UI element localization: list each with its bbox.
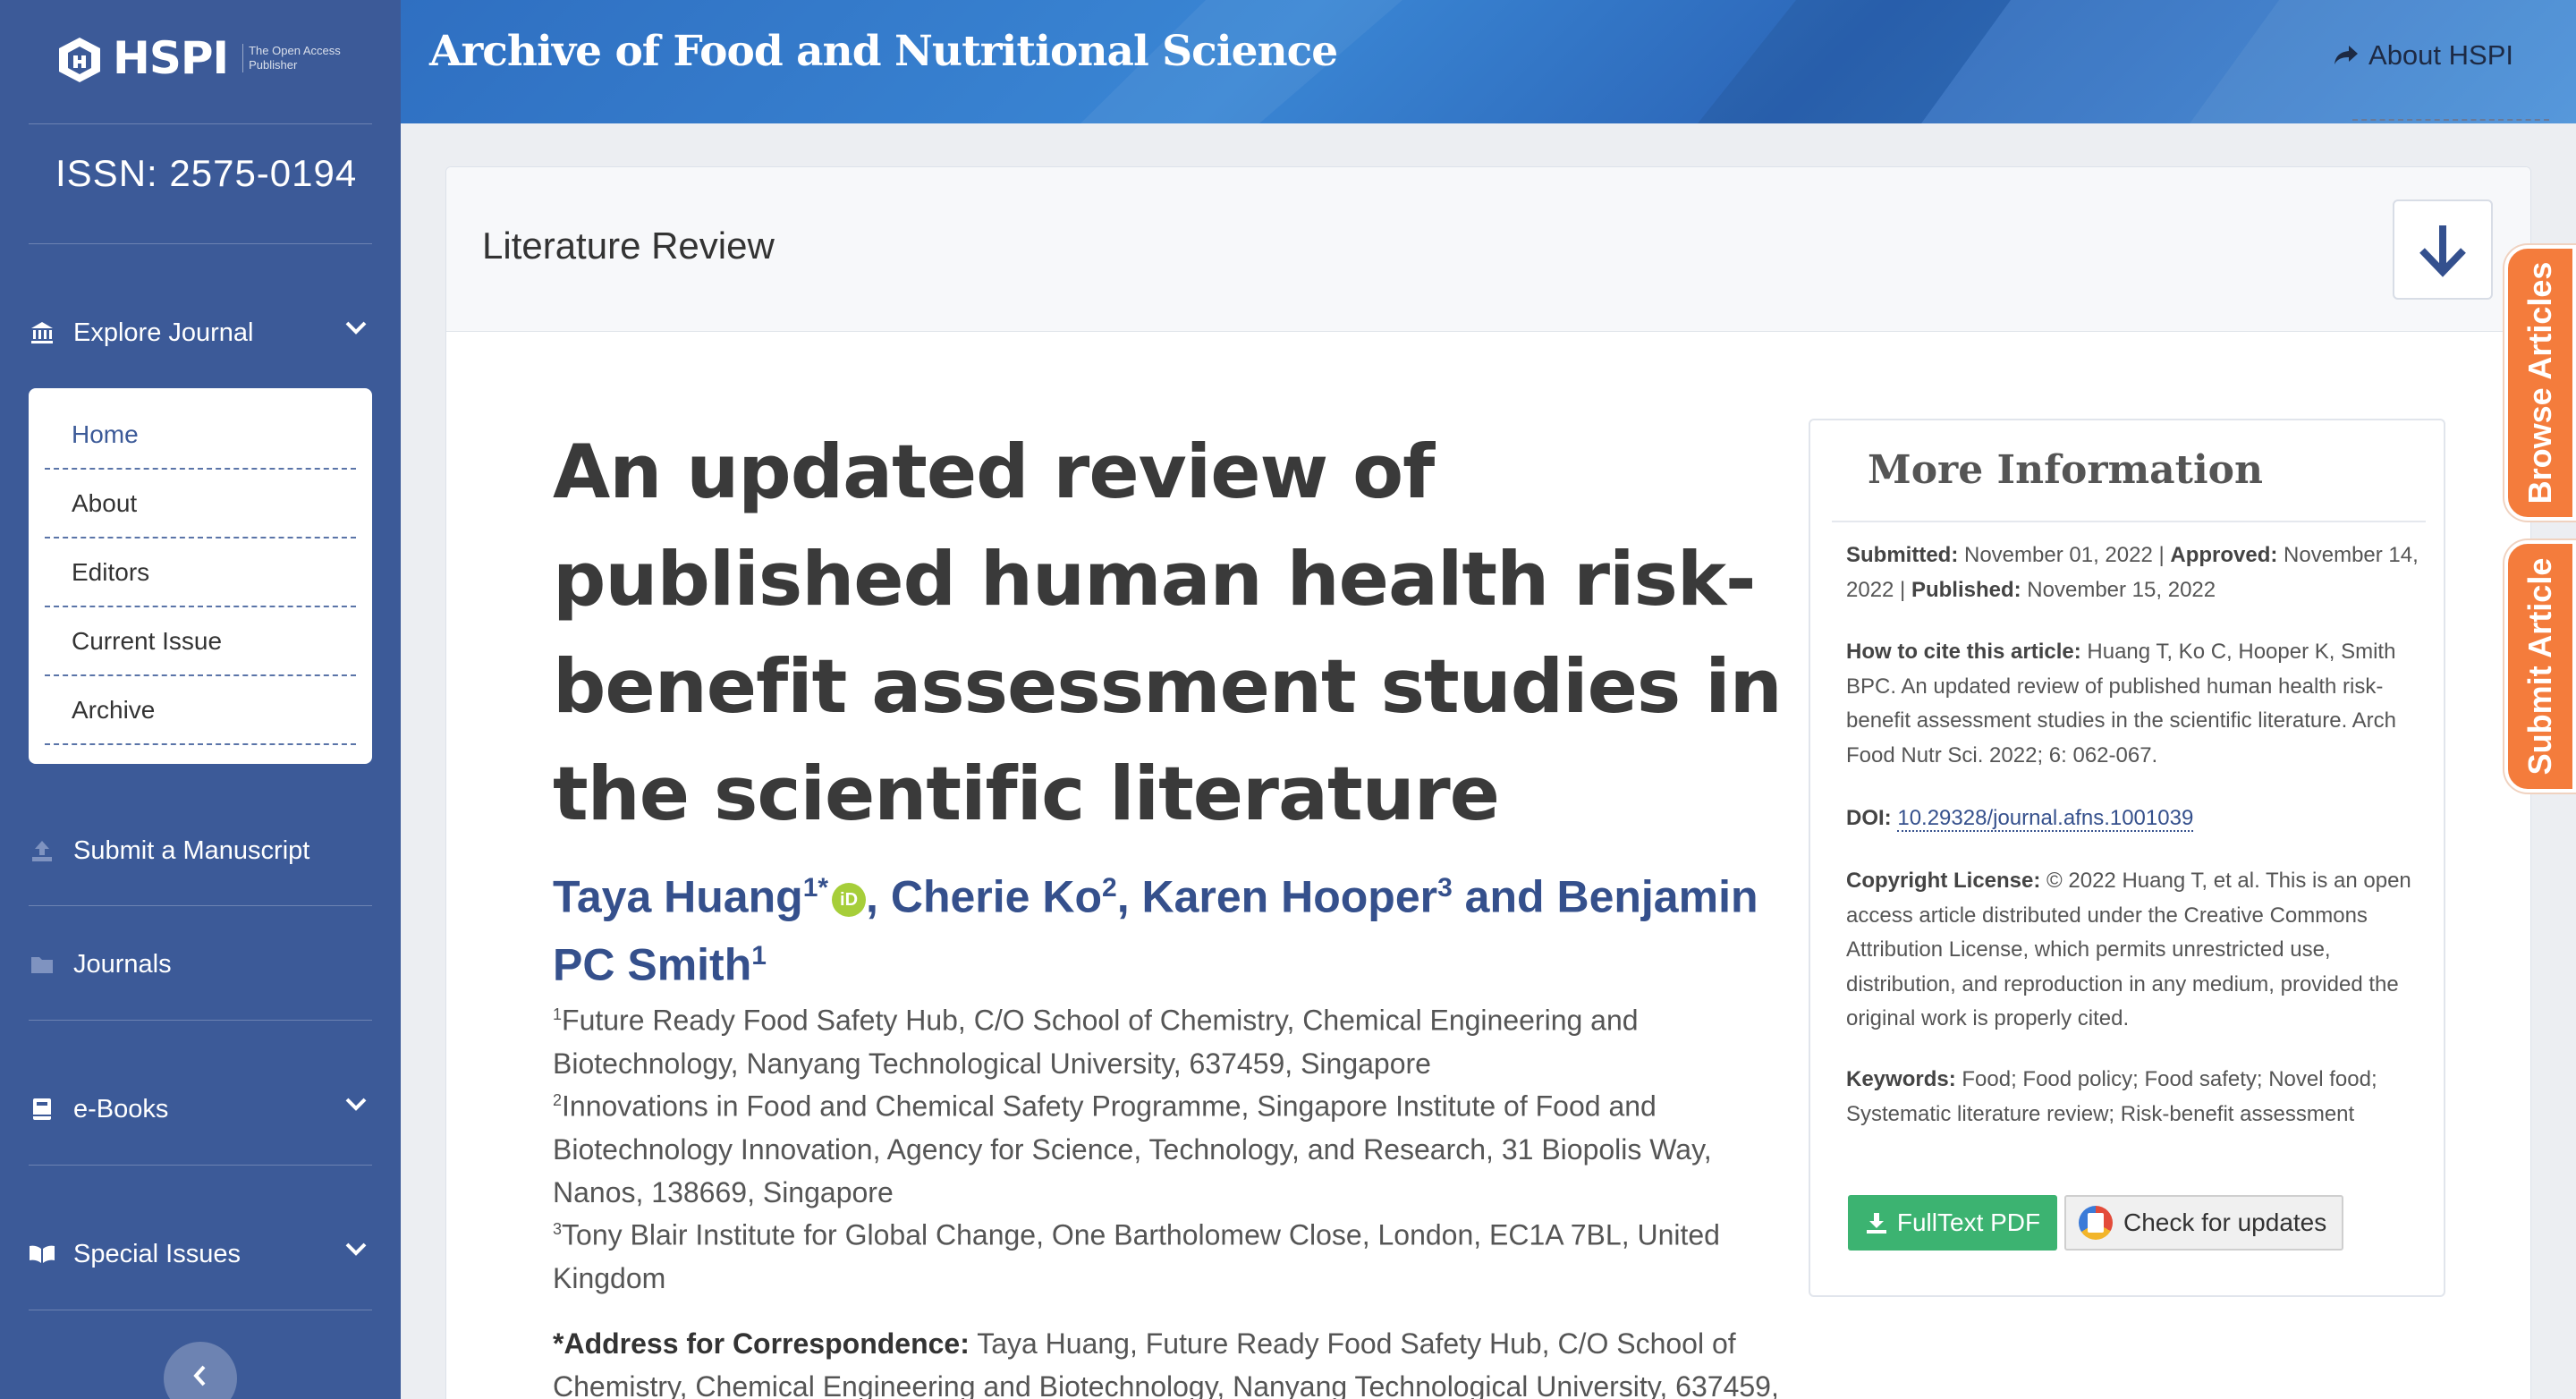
about-hspi-link[interactable]: About HSPI — [2333, 39, 2513, 72]
author-sup: 1* — [802, 873, 829, 903]
more-information-title: More Information — [1868, 447, 2264, 493]
sidebar-item-explore-journal[interactable]: Explore Journal — [29, 315, 372, 351]
explore-journal-submenu: Home About Editors Current Issue Archive — [29, 388, 372, 764]
submit-article-tab[interactable]: Submit Article — [2504, 540, 2576, 793]
affiliation: 3Tony Blair Institute for Global Change,… — [553, 1208, 1796, 1300]
author-sup: 1 — [751, 940, 767, 971]
sidebar-item-special-issues[interactable]: Special Issues — [29, 1236, 372, 1272]
submenu-item-current-issue[interactable]: Current Issue — [45, 607, 356, 676]
fulltext-pdf-button[interactable]: FullText PDF — [1848, 1195, 2057, 1251]
chevron-down-icon — [345, 1098, 367, 1111]
browse-articles-tab[interactable]: Browse Articles — [2504, 245, 2576, 521]
author-sup: 3 — [1437, 873, 1453, 903]
download-icon — [1866, 1213, 1886, 1234]
correspondence-label: *Address for Correspondence: — [553, 1327, 970, 1360]
download-button[interactable] — [2393, 199, 2493, 300]
author-name[interactable]: , Karen Hooper — [1117, 872, 1437, 922]
browse-articles-label: Browse Articles — [2521, 261, 2558, 504]
article-type: Literature Review — [482, 225, 775, 267]
affiliation-text: Future Ready Food Safety Hub, C/O School… — [553, 1004, 1639, 1080]
affiliation-sup: 3 — [553, 1220, 563, 1238]
check-for-updates-button[interactable]: Check for updates — [2064, 1195, 2343, 1251]
submitted-label: Submitted: — [1846, 543, 1959, 567]
license-text: © 2022 Huang T, et al. This is an open a… — [1846, 869, 2411, 1030]
author-name[interactable]: Taya Huang — [553, 872, 803, 922]
keywords: Keywords: Food; Food policy; Food safety… — [1846, 1063, 2419, 1132]
affiliation-text: Tony Blair Institute for Global Change, … — [553, 1218, 1720, 1294]
published-date: November 15, 2022 — [2021, 577, 2216, 602]
submenu-item-about[interactable]: About — [45, 470, 356, 538]
doi: DOI: 10.29328/journal.afns.1001039 — [1846, 801, 2419, 836]
about-hspi-label: About HSPI — [2368, 39, 2513, 71]
book-icon — [29, 1096, 55, 1123]
chevron-down-icon — [345, 1242, 367, 1256]
crossmark-icon — [2079, 1206, 2113, 1240]
author-sup: 2 — [1102, 873, 1117, 903]
journal-title[interactable]: Archive of Food and Nutritional Science — [429, 27, 1338, 76]
sidebar-item-label: Journals — [73, 949, 172, 979]
doi-link[interactable]: 10.29328/journal.afns.1001039 — [1897, 806, 2194, 832]
sidebar-item-label: Special Issues — [73, 1239, 241, 1268]
affiliation: 1Future Ready Food Safety Hub, C/O Schoo… — [553, 993, 1796, 1085]
submenu-item-archive[interactable]: Archive — [45, 676, 356, 745]
article-title: An updated review of published human hea… — [553, 428, 1783, 837]
submenu-item-editors[interactable]: Editors — [45, 538, 356, 607]
author-list: Taya Huang1* iD, Cherie Ko2, Karen Hooper… — [553, 859, 1787, 994]
submitted-date: November 01, 2022 | — [1958, 543, 2171, 567]
correspondence: *Address for Correspondence: Taya Huang,… — [553, 1322, 1796, 1399]
share-arrow-icon — [2334, 46, 2359, 64]
citation-label: How to cite this article: — [1846, 640, 2081, 664]
collapse-sidebar-button[interactable] — [164, 1342, 237, 1399]
doi-label: DOI: — [1846, 806, 1892, 830]
keywords-label: Keywords: — [1846, 1067, 1956, 1091]
license-label: Copyright License: — [1846, 869, 2041, 893]
sidebar-item-label: e-Books — [73, 1094, 169, 1123]
divider — [2352, 119, 2549, 121]
author-name[interactable]: , Cherie Ko — [866, 872, 1102, 922]
orcid-icon[interactable]: iD — [832, 883, 867, 918]
sidebar-item-ebooks[interactable]: e-Books — [29, 1091, 372, 1127]
approved-label: Approved: — [2170, 543, 2278, 567]
check-for-updates-label: Check for updates — [2123, 1208, 2327, 1236]
more-information-panel: More Information Submitted: November 01,… — [1809, 419, 2445, 1297]
issn: ISSN: 2575-0194 — [55, 152, 358, 194]
sidebar-item-submit-manuscript[interactable]: Submit a Manuscript — [29, 833, 372, 869]
submit-article-label: Submit Article — [2521, 557, 2558, 776]
hspi-logo[interactable]: HSPI The Open Access Publisher — [55, 32, 359, 84]
affiliation-sup: 2 — [553, 1091, 563, 1109]
fulltext-pdf-label: FullText PDF — [1896, 1208, 2041, 1236]
sidebar-item-journals[interactable]: Journals — [29, 946, 372, 982]
divider — [1832, 521, 2426, 522]
affiliation: 2Innovations in Food and Chemical Safety… — [553, 1079, 1796, 1214]
upload-icon — [29, 837, 55, 864]
submenu-item-home[interactable]: Home — [45, 401, 356, 470]
chevron-down-icon — [345, 321, 367, 335]
sidebar: HSPI The Open Access Publisher ISSN: 257… — [0, 0, 401, 1399]
site-header: Archive of Food and Nutritional Science … — [401, 0, 2576, 123]
copyright-license: Copyright License: © 2022 Huang T, et al… — [1846, 864, 2419, 1037]
logo-text: HSPI — [113, 32, 229, 84]
sidebar-item-label: Explore Journal — [73, 318, 254, 347]
chevron-left-icon — [193, 1365, 206, 1386]
citation: How to cite this article: Huang T, Ko C,… — [1846, 635, 2419, 773]
affiliation-sup: 1 — [553, 1005, 563, 1023]
published-label: Published: — [1911, 577, 2021, 602]
divider — [29, 1020, 372, 1021]
divider — [29, 1165, 372, 1166]
divider — [29, 123, 372, 124]
divider — [29, 905, 372, 906]
arrow-down-icon — [2419, 225, 2466, 277]
sidebar-item-label: Submit a Manuscript — [73, 835, 310, 865]
hspi-logo-icon — [59, 38, 100, 82]
dates: Submitted: November 01, 2022 | Approved:… — [1846, 538, 2419, 607]
institution-icon — [29, 319, 55, 346]
card-header: Literature Review — [446, 167, 2530, 332]
logo-tagline: The Open Access Publisher — [242, 44, 359, 72]
open-book-icon — [29, 1241, 55, 1268]
divider — [29, 243, 372, 244]
affiliation-text: Innovations in Food and Chemical Safety … — [553, 1090, 1712, 1208]
folder-icon — [29, 951, 55, 978]
